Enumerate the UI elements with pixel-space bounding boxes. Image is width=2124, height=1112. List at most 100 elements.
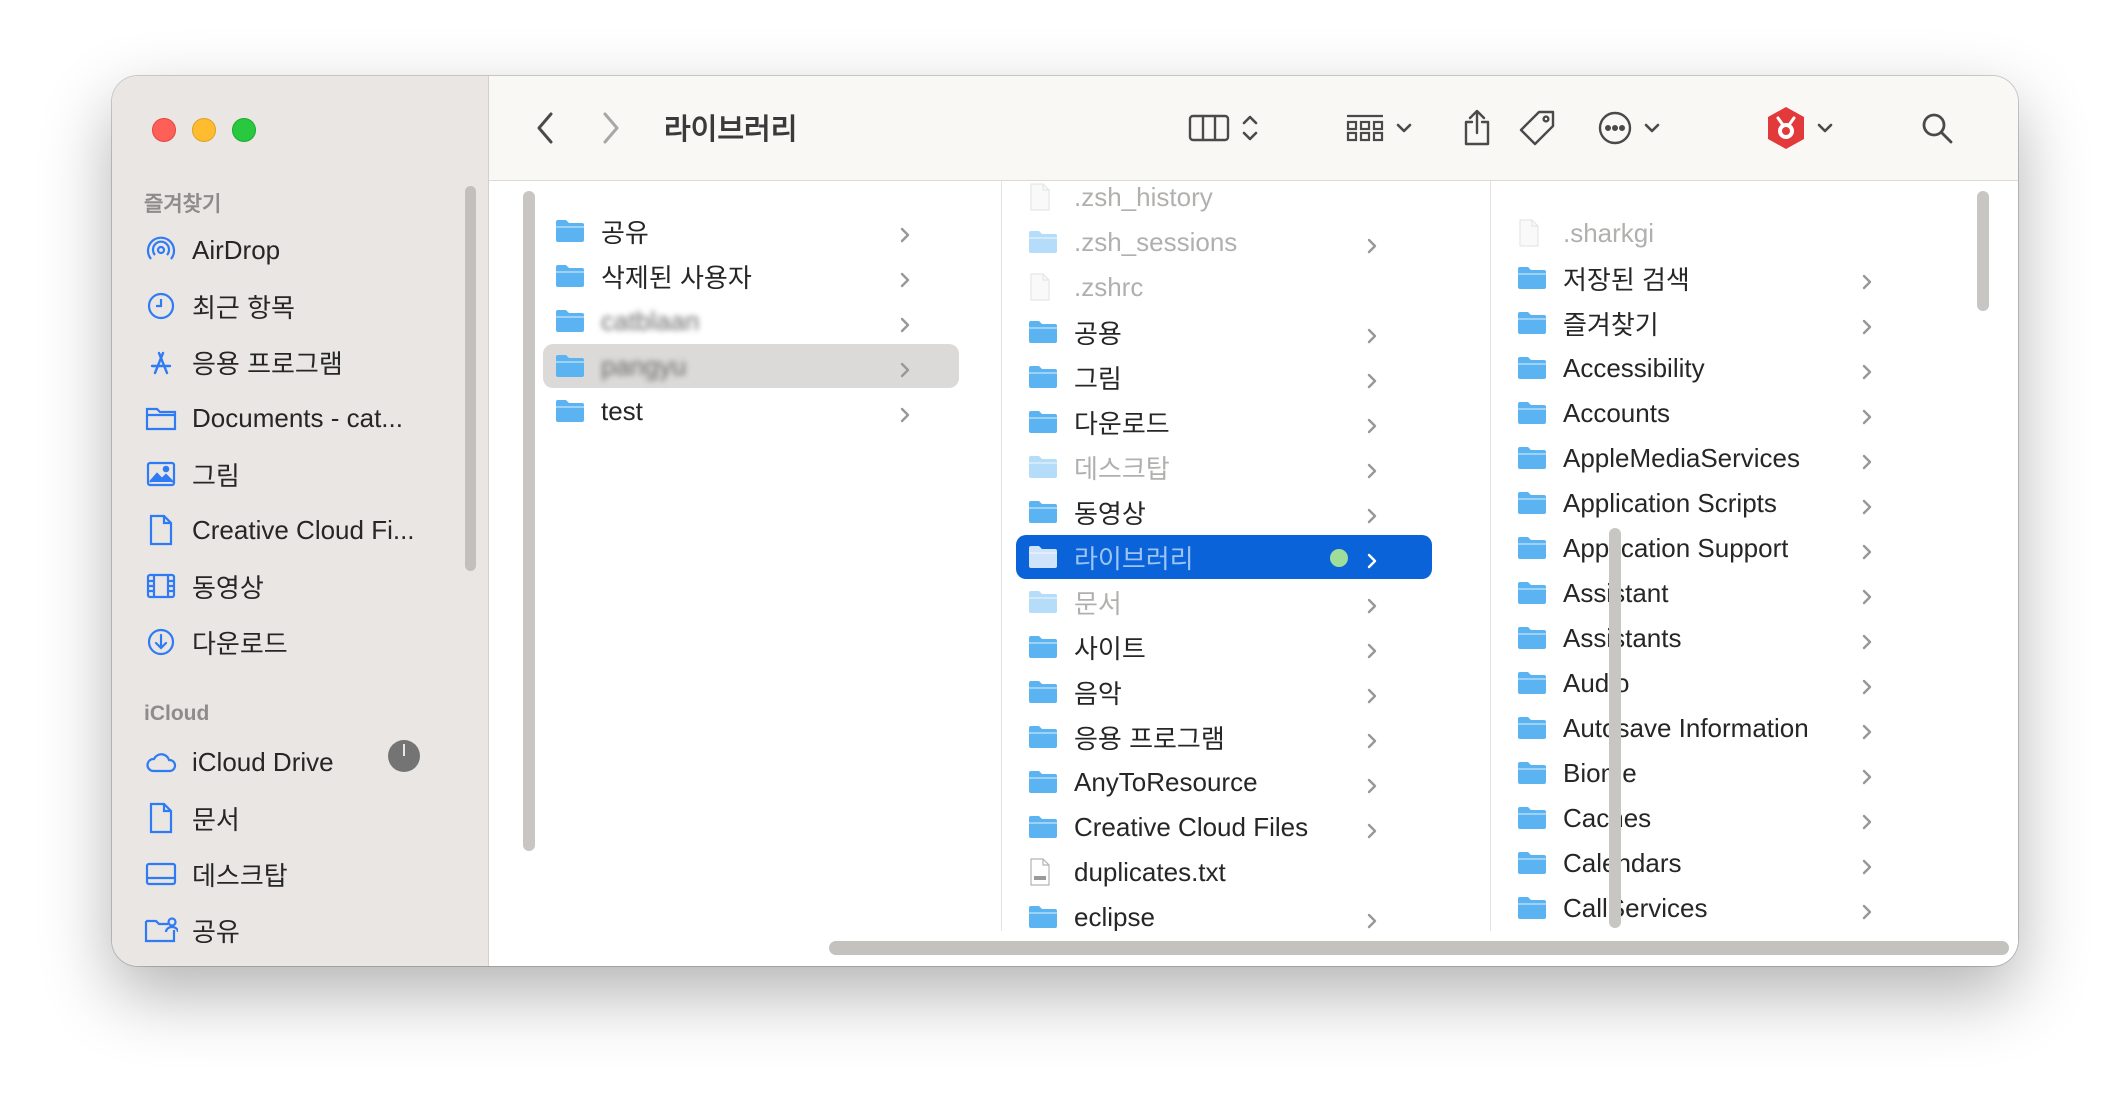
sidebar-item-airdrop[interactable]: AirDrop [144, 226, 444, 274]
list-item[interactable]: catblaan [543, 299, 959, 343]
list-item[interactable]: Creative Cloud Files [1016, 805, 1432, 849]
list-item[interactable]: .zshrc [1016, 265, 1432, 309]
toolbar: 라이브러리 [489, 76, 2018, 181]
sidebar-item-label: 공유 [192, 916, 240, 947]
list-item[interactable]: 공유 [543, 209, 959, 253]
minimize-button[interactable] [192, 118, 216, 142]
list-item[interactable]: AppleMediaServices [1505, 436, 1921, 480]
list-item[interactable]: .sharkgi [1505, 211, 1921, 255]
list-item[interactable]: 문서 [1016, 580, 1432, 624]
columns-view-icon [1188, 114, 1230, 142]
list-item[interactable]: .zsh_history [1016, 181, 1432, 219]
sidebar-item-label: 그림 [192, 460, 240, 491]
list-item[interactable]: 그림 [1016, 355, 1432, 399]
chevron-right-icon [1362, 547, 1382, 569]
sidebar-item-documents[interactable]: Documents - cat... [144, 394, 444, 442]
list-item[interactable]: 저장된 검색 [1505, 256, 1921, 300]
list-item[interactable]: 라이브러리 [1016, 535, 1432, 579]
horizontal-scrollbar[interactable] [829, 941, 2009, 955]
item-name: 데스크탑 [1074, 453, 1170, 484]
folder-icon [1028, 814, 1060, 840]
list-item[interactable]: test [543, 389, 959, 433]
folder-icon [1517, 535, 1549, 561]
list-item[interactable]: Audio [1505, 661, 1921, 705]
list-item[interactable]: 동영상 [1016, 490, 1432, 534]
list-item[interactable]: AnyToResource [1016, 760, 1432, 804]
list-item[interactable]: Accessibility [1505, 346, 1921, 390]
column-users-scrollbar[interactable] [523, 191, 535, 851]
item-name: 동영상 [1074, 498, 1146, 529]
list-item[interactable]: Accounts [1505, 391, 1921, 435]
action-menu-button[interactable] [1589, 100, 1669, 156]
folder-icon [1028, 364, 1060, 390]
chevron-right-icon [1362, 412, 1382, 434]
chevron-down-icon [1396, 123, 1412, 133]
list-item[interactable]: 즐겨찾기 [1505, 301, 1921, 345]
item-name: test [601, 395, 643, 426]
item-name: 다운로드 [1074, 408, 1170, 439]
ellipsis-circle-icon [1598, 111, 1632, 145]
list-item[interactable]: Biome [1505, 751, 1921, 795]
sidebar-scrollbar[interactable] [465, 186, 476, 571]
list-item[interactable]: Caches [1505, 796, 1921, 840]
zoom-button[interactable] [232, 118, 256, 142]
list-item[interactable]: Application Support [1505, 526, 1921, 570]
list-item[interactable]: CallServices [1505, 886, 1921, 930]
list-item[interactable]: Autosave Information [1505, 706, 1921, 750]
folder-icon [1517, 805, 1549, 831]
folder-icon [1028, 724, 1060, 750]
folder-icon [1028, 454, 1060, 480]
item-name: Assistants [1563, 622, 1682, 653]
list-item[interactable]: 다운로드 [1016, 400, 1432, 444]
list-item[interactable]: Assistant [1505, 571, 1921, 615]
sidebar-item-creative-cloud[interactable]: Creative Cloud Fi... [144, 506, 444, 554]
list-item[interactable]: Assistants [1505, 616, 1921, 660]
chevron-right-icon [1362, 817, 1382, 839]
chevron-right-icon [603, 112, 619, 144]
tags-button[interactable] [1515, 100, 1559, 156]
search-button[interactable] [1915, 100, 1959, 156]
sidebar-item-icloud-documents[interactable]: 문서 [144, 794, 444, 842]
list-item[interactable]: 사이트 [1016, 625, 1432, 669]
close-button[interactable] [152, 118, 176, 142]
share-button[interactable] [1457, 100, 1497, 156]
group-button[interactable] [1339, 100, 1419, 156]
sidebar: 즐겨찾기 AirDrop 최근 항목 응용 프로그램 Documents - c… [112, 76, 489, 966]
list-item[interactable]: 데스크탑 [1016, 445, 1432, 489]
sidebar-item-icloud-shared[interactable]: 공유 [144, 906, 444, 954]
list-item[interactable]: pangyu [543, 344, 959, 388]
back-button[interactable] [527, 100, 563, 156]
list-item[interactable]: Calendars [1505, 841, 1921, 885]
extension-button[interactable] [1759, 100, 1839, 156]
view-mode-button[interactable] [1179, 100, 1269, 156]
folder-icon [1028, 544, 1060, 570]
list-item[interactable]: eclipse [1016, 895, 1432, 931]
sidebar-item-pictures[interactable]: 그림 [144, 450, 444, 498]
list-item[interactable]: 응용 프로그램 [1016, 715, 1432, 759]
chevron-right-icon [1857, 448, 1877, 470]
list-item[interactable]: .zsh_sessions [1016, 220, 1432, 264]
sidebar-item-downloads[interactable]: 다운로드 [144, 618, 444, 666]
share-icon [1464, 109, 1490, 146]
column-library: .sharkgi 저장된 검색 즐겨찾기 Accessibility Accounts A… [1491, 181, 2018, 931]
list-item[interactable]: duplicates.txt [1016, 850, 1432, 894]
list-item[interactable]: Application Scripts [1505, 481, 1921, 525]
sidebar-item-recents[interactable]: 최근 항목 [144, 282, 444, 330]
folder-icon [1517, 760, 1549, 786]
item-name: 라이브러리 [1074, 543, 1194, 574]
column-library-scrollbar[interactable] [1977, 191, 1989, 311]
chevron-down-icon [1817, 123, 1833, 133]
item-name: 응용 프로그램 [1074, 723, 1225, 754]
sidebar-item-applications[interactable]: 응용 프로그램 [144, 338, 444, 386]
forward-button[interactable] [593, 100, 629, 156]
item-name: .zshrc [1074, 271, 1144, 302]
item-name: 삭제된 사용자 [601, 262, 752, 293]
list-item[interactable]: 공용 [1016, 310, 1432, 354]
item-name: Calendars [1563, 847, 1682, 878]
column-home-scrollbar[interactable] [1609, 528, 1621, 928]
sidebar-item-movies[interactable]: 동영상 [144, 562, 444, 610]
sidebar-item-icloud-desktop[interactable]: 데스크탑 [144, 850, 444, 898]
cloud-icon [144, 745, 178, 779]
list-item[interactable]: 음악 [1016, 670, 1432, 714]
list-item[interactable]: 삭제된 사용자 [543, 254, 959, 298]
